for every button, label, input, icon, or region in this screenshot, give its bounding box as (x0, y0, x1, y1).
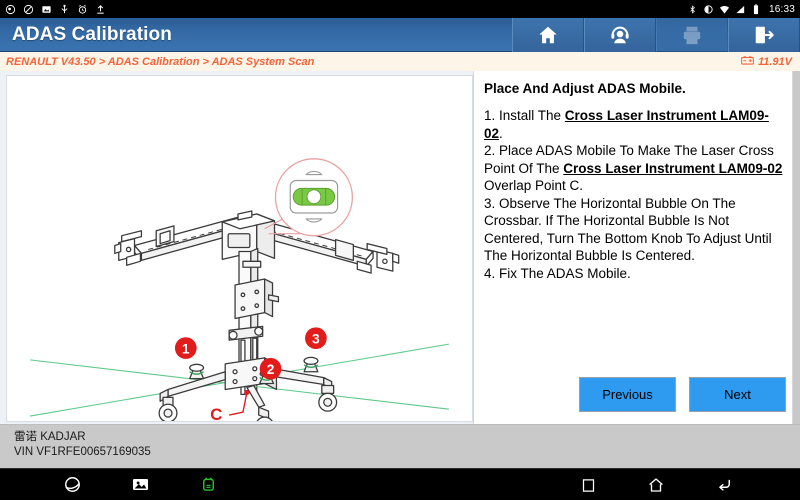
instruction-step: 2. Place ADAS Mobile To Make The Laser C… (484, 142, 786, 195)
point-c-label: C (210, 405, 222, 421)
marker-2: 2 (259, 357, 282, 380)
vehicle-vin: VIN VF1RFE00657169035 (14, 446, 151, 458)
illustration-pane: 1 2 3 C (0, 71, 473, 424)
svg-text:2: 2 (267, 362, 275, 377)
step-highlight[interactable]: Cross Laser Instrument LAM09-02 (563, 161, 782, 176)
usb-icon (59, 4, 70, 15)
alarm-icon (77, 4, 88, 15)
next-button[interactable]: Next (689, 377, 786, 412)
nav-left-icons (0, 469, 242, 501)
instruction-step: 4. Fix The ADAS Mobile. (484, 265, 786, 283)
battery-voltage-icon (741, 53, 754, 71)
exit-icon (753, 24, 775, 46)
do-not-disturb-icon (23, 4, 34, 15)
status-left-icons (5, 4, 106, 15)
main-content: 1 2 3 C Place And Adjust ADAS Mobile. 1.… (0, 71, 800, 424)
browser-button[interactable] (38, 469, 106, 501)
adas-mobile-diagram: 1 2 3 C (6, 75, 473, 422)
action-buttons: Previous Next (484, 377, 786, 424)
marker-1: 1 (174, 337, 197, 359)
home-button[interactable] (512, 17, 584, 52)
brightness-icon (703, 4, 714, 15)
svg-text:3: 3 (312, 332, 320, 347)
screenshot-icon (41, 4, 52, 15)
back-button[interactable] (690, 469, 758, 501)
battery-icon (751, 3, 762, 15)
step-text: 3. Observe The Horizontal Bubble On The … (484, 195, 772, 264)
step-suffix: . (499, 125, 503, 141)
previous-button[interactable]: Previous (579, 377, 676, 412)
adas-calibration-app: 16:33 ADAS Calibration RENAULT V43.50 > … (0, 0, 800, 500)
gallery-icon (131, 475, 150, 494)
instruction-body: 1. Install The Cross Laser Instrument LA… (484, 107, 786, 282)
bluetooth-icon (687, 4, 698, 15)
gallery-button[interactable] (106, 469, 174, 501)
android-status-bar: 16:33 (0, 0, 800, 18)
recents-square-icon (581, 478, 596, 493)
svg-text:1: 1 (182, 341, 190, 356)
support-headset-icon (609, 24, 631, 46)
instruction-pane: Place And Adjust ADAS Mobile. 1. Install… (473, 71, 800, 424)
notification-icon (5, 4, 16, 15)
signal-icon (735, 4, 746, 15)
vehicle-model: 雷诺 KADJAR (14, 431, 86, 443)
page-title: ADAS Calibration (12, 23, 172, 45)
breadcrumb[interactable]: RENAULT V43.50 > ADAS Calibration > ADAS… (6, 56, 314, 68)
status-time: 16:33 (768, 3, 795, 15)
marker-3: 3 (305, 327, 327, 350)
home-icon (647, 476, 665, 494)
home-icon (537, 24, 559, 46)
scrollbar-thumb[interactable] (793, 71, 800, 424)
app-title-bar: ADAS Calibration (0, 17, 800, 52)
titlebar-buttons (512, 17, 800, 52)
instruction-title: Place And Adjust ADAS Mobile. (484, 81, 686, 96)
vci-connector-button[interactable] (174, 469, 242, 501)
voltage-value: 11.91V (757, 55, 792, 68)
printer-icon (681, 24, 703, 46)
step-text: 1. Install The (484, 108, 565, 123)
vertical-scrollbar[interactable] (792, 71, 800, 424)
instruction-step: 1. Install The Cross Laser Instrument LA… (484, 107, 786, 142)
nav-home-button[interactable] (622, 469, 690, 501)
exit-button[interactable] (728, 17, 800, 52)
step-text: 4. Fix The ADAS Mobile. (484, 265, 631, 281)
vehicle-info-bar: 雷诺 KADJAR VIN VF1RFE00657169035 (0, 424, 800, 468)
vci-connector-icon (199, 475, 218, 494)
upload-icon (95, 4, 106, 15)
adas-mobile-calibration-frame-diagram: 1 2 3 C (29, 158, 450, 421)
browser-icon (63, 475, 82, 494)
status-right-icons: 16:33 (687, 4, 795, 15)
nav-right-icons (554, 469, 758, 501)
step-suffix: Overlap Point C. (484, 178, 584, 193)
support-button[interactable] (584, 17, 656, 52)
instruction-step: 3. Observe The Horizontal Bubble On The … (484, 195, 786, 265)
print-button[interactable] (656, 17, 728, 52)
breadcrumb-bar: RENAULT V43.50 > ADAS Calibration > ADAS… (0, 52, 800, 71)
recents-button[interactable] (554, 469, 622, 501)
android-nav-bar (0, 468, 800, 500)
voltage-indicator: 11.91V (741, 53, 792, 71)
back-icon (715, 476, 733, 494)
wifi-icon (719, 4, 730, 15)
